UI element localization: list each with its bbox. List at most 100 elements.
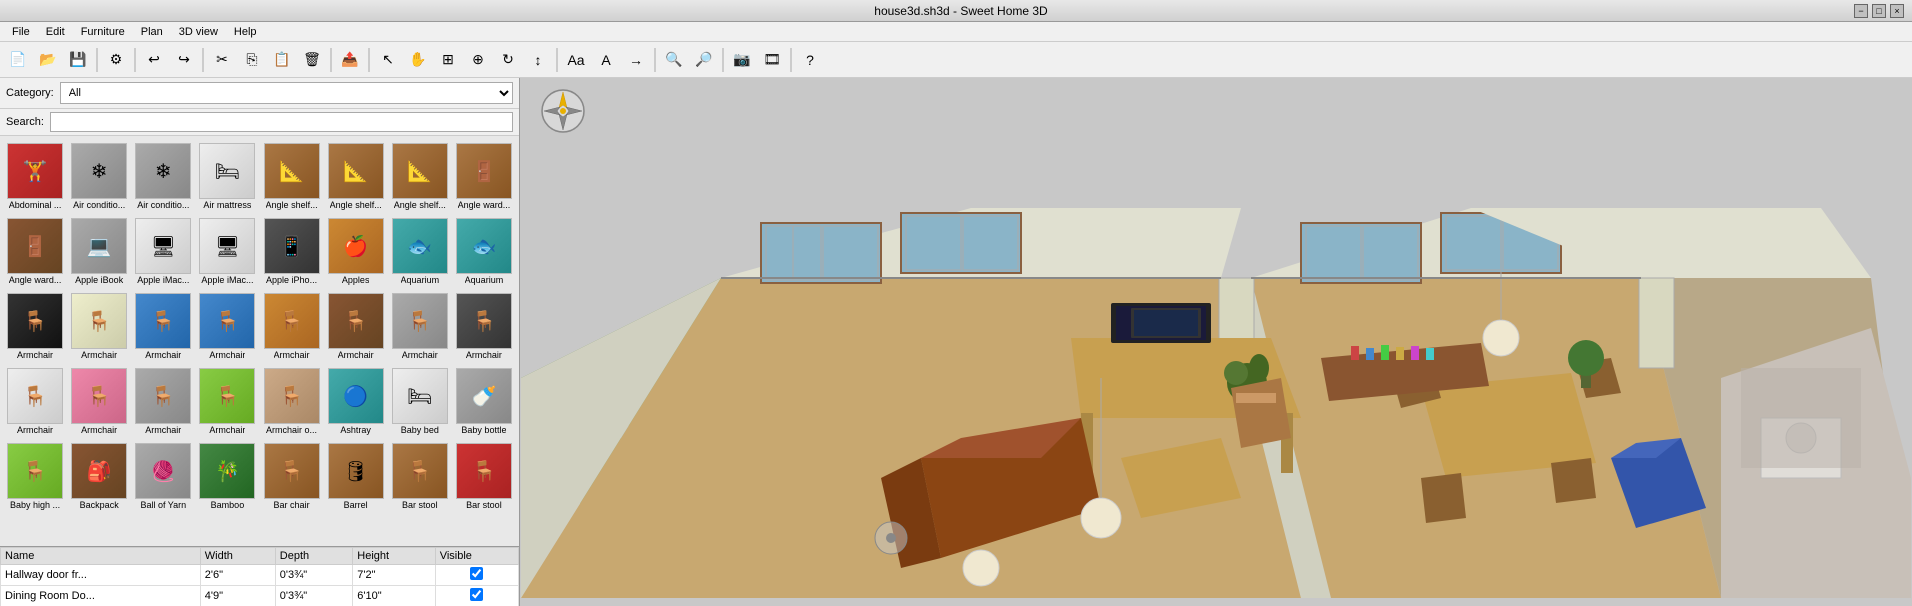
preferences-button[interactable]: ⚙ bbox=[102, 46, 130, 74]
menu-bar: FileEditFurniturePlan3D viewHelp bbox=[0, 22, 1912, 42]
copy-button[interactable]: ⎘ bbox=[238, 46, 266, 74]
furniture-item-16[interactable]: 🪑Armchair bbox=[4, 290, 66, 363]
furniture-item-9[interactable]: 💻Apple iBook bbox=[68, 215, 130, 288]
furniture-item-6[interactable]: 📐Angle shelf... bbox=[389, 140, 451, 213]
video-button[interactable]: 🎞 bbox=[758, 46, 786, 74]
close-button[interactable]: × bbox=[1890, 4, 1904, 18]
help-button[interactable]: ? bbox=[796, 46, 824, 74]
menu-item-edit[interactable]: Edit bbox=[38, 24, 73, 40]
furniture-item-1[interactable]: ❄Air conditio... bbox=[68, 140, 130, 213]
prop-visible-0[interactable] bbox=[435, 565, 518, 586]
furniture-icon-17: 🪑 bbox=[71, 293, 127, 349]
furniture-icon-31: 🍼 bbox=[456, 368, 512, 424]
furniture-label-17: Armchair bbox=[81, 350, 117, 360]
property-row-0[interactable]: Hallway door fr...2'6"0'3¾"7'2" bbox=[1, 565, 519, 586]
furniture-item-19[interactable]: 🪑Armchair bbox=[196, 290, 258, 363]
redo-button[interactable]: ↪ bbox=[170, 46, 198, 74]
furniture-item-37[interactable]: 🛢Barrel bbox=[325, 440, 387, 513]
select-button[interactable]: ↖ bbox=[374, 46, 402, 74]
prop-width-1: 4'9" bbox=[200, 586, 275, 606]
save-button[interactable]: 💾 bbox=[64, 46, 92, 74]
furniture-item-8[interactable]: 🚪Angle ward... bbox=[4, 215, 66, 288]
furniture-item-31[interactable]: 🍼Baby bottle bbox=[453, 365, 515, 438]
right-panel-3d[interactable] bbox=[520, 78, 1912, 606]
zoom-in-button[interactable]: 🔍 bbox=[660, 46, 688, 74]
search-input[interactable] bbox=[50, 112, 513, 132]
furniture-item-24[interactable]: 🪑Armchair bbox=[4, 365, 66, 438]
menu-item-file[interactable]: File bbox=[4, 24, 38, 40]
furniture-item-17[interactable]: 🪑Armchair bbox=[68, 290, 130, 363]
furniture-item-15[interactable]: 🐟Aquarium bbox=[453, 215, 515, 288]
furniture-label-9: Apple iBook bbox=[75, 275, 123, 285]
maximize-button[interactable]: □ bbox=[1872, 4, 1886, 18]
compass[interactable] bbox=[540, 88, 586, 134]
furniture-item-12[interactable]: 📱Apple iPho... bbox=[261, 215, 323, 288]
photo-button[interactable]: 📷 bbox=[728, 46, 756, 74]
title-bar: house3d.sh3d - Sweet Home 3D − □ × bbox=[0, 0, 1912, 22]
furniture-item-33[interactable]: 🎒Backpack bbox=[68, 440, 130, 513]
undo-button[interactable]: ↩ bbox=[140, 46, 168, 74]
window-controls[interactable]: − □ × bbox=[1854, 4, 1904, 18]
furniture-icon-26: 🪑 bbox=[135, 368, 191, 424]
pan-button[interactable]: ✋ bbox=[404, 46, 432, 74]
text-style-button[interactable]: A bbox=[592, 46, 620, 74]
furniture-icon-32: 🪑 bbox=[7, 443, 63, 499]
open-button[interactable]: 📂 bbox=[34, 46, 62, 74]
menu-item-help[interactable]: Help bbox=[226, 24, 265, 40]
furniture-item-30[interactable]: 🛏Baby bed bbox=[389, 365, 451, 438]
furniture-item-22[interactable]: 🪑Armchair bbox=[389, 290, 451, 363]
furniture-item-21[interactable]: 🪑Armchair bbox=[325, 290, 387, 363]
furniture-item-34[interactable]: 🧶Ball of Yarn bbox=[132, 440, 194, 513]
furniture-item-32[interactable]: 🪑Baby high ... bbox=[4, 440, 66, 513]
arrow-style-button[interactable]: → bbox=[622, 46, 650, 74]
category-select[interactable]: AllBedroomLiving roomKitchenBathroomOffi… bbox=[60, 82, 513, 104]
delete-button[interactable]: 🗑 bbox=[298, 46, 326, 74]
furniture-icon-4: 📐 bbox=[264, 143, 320, 199]
move-button[interactable]: ⊕ bbox=[464, 46, 492, 74]
furniture-item-7[interactable]: 🚪Angle ward... bbox=[453, 140, 515, 213]
zoom-button[interactable]: Aa bbox=[562, 46, 590, 74]
furniture-item-23[interactable]: 🪑Armchair bbox=[453, 290, 515, 363]
create-walls-button[interactable]: ⊞ bbox=[434, 46, 462, 74]
furniture-item-27[interactable]: 🪑Armchair bbox=[196, 365, 258, 438]
furniture-item-5[interactable]: 📐Angle shelf... bbox=[325, 140, 387, 213]
furniture-item-25[interactable]: 🪑Armchair bbox=[68, 365, 130, 438]
prop-visible-1[interactable] bbox=[435, 586, 518, 606]
furniture-item-36[interactable]: 🪑Bar chair bbox=[261, 440, 323, 513]
furniture-item-20[interactable]: 🪑Armchair bbox=[261, 290, 323, 363]
minimize-button[interactable]: − bbox=[1854, 4, 1868, 18]
furniture-item-26[interactable]: 🪑Armchair bbox=[132, 365, 194, 438]
3d-scene[interactable] bbox=[520, 78, 1912, 606]
property-row-1[interactable]: Dining Room Do...4'9"0'3¾"6'10" bbox=[1, 586, 519, 606]
furniture-item-10[interactable]: 🖥Apple iMac... bbox=[132, 215, 194, 288]
furniture-item-39[interactable]: 🪑Bar stool bbox=[453, 440, 515, 513]
furniture-item-4[interactable]: 📐Angle shelf... bbox=[261, 140, 323, 213]
furniture-label-2: Air conditio... bbox=[137, 200, 189, 210]
visibility-checkbox-1[interactable] bbox=[470, 588, 483, 601]
elevate-button[interactable]: ↕ bbox=[524, 46, 552, 74]
properties-table: Name Width Depth Height Visible Hallway … bbox=[0, 546, 519, 606]
zoom-out-button[interactable]: 🔎 bbox=[690, 46, 718, 74]
new-button[interactable]: 📄 bbox=[4, 46, 32, 74]
menu-item-plan[interactable]: Plan bbox=[133, 24, 171, 40]
menu-item-furniture[interactable]: Furniture bbox=[73, 24, 133, 40]
furniture-item-2[interactable]: ❄Air conditio... bbox=[132, 140, 194, 213]
visibility-checkbox-0[interactable] bbox=[470, 567, 483, 580]
furniture-item-14[interactable]: 🐟Aquarium bbox=[389, 215, 451, 288]
furniture-item-35[interactable]: 🎋Bamboo bbox=[196, 440, 258, 513]
furniture-item-11[interactable]: 🖥Apple iMac... bbox=[196, 215, 258, 288]
furniture-item-13[interactable]: 🍎Apples bbox=[325, 215, 387, 288]
furniture-item-38[interactable]: 🪑Bar stool bbox=[389, 440, 451, 513]
furniture-item-29[interactable]: 🔵Ashtray bbox=[325, 365, 387, 438]
menu-item-3d-view[interactable]: 3D view bbox=[171, 24, 226, 40]
furniture-item-3[interactable]: 🛏Air mattress bbox=[196, 140, 258, 213]
search-label: Search: bbox=[6, 116, 44, 128]
furniture-item-28[interactable]: 🪑Armchair o... bbox=[261, 365, 323, 438]
rotate-button[interactable]: ↻ bbox=[494, 46, 522, 74]
export-button[interactable]: 📤 bbox=[336, 46, 364, 74]
cut-button[interactable]: ✂ bbox=[208, 46, 236, 74]
prop-height-1: 6'10" bbox=[353, 586, 435, 606]
furniture-item-0[interactable]: 🏋Abdominal ... bbox=[4, 140, 66, 213]
paste-button[interactable]: 📋 bbox=[268, 46, 296, 74]
furniture-item-18[interactable]: 🪑Armchair bbox=[132, 290, 194, 363]
